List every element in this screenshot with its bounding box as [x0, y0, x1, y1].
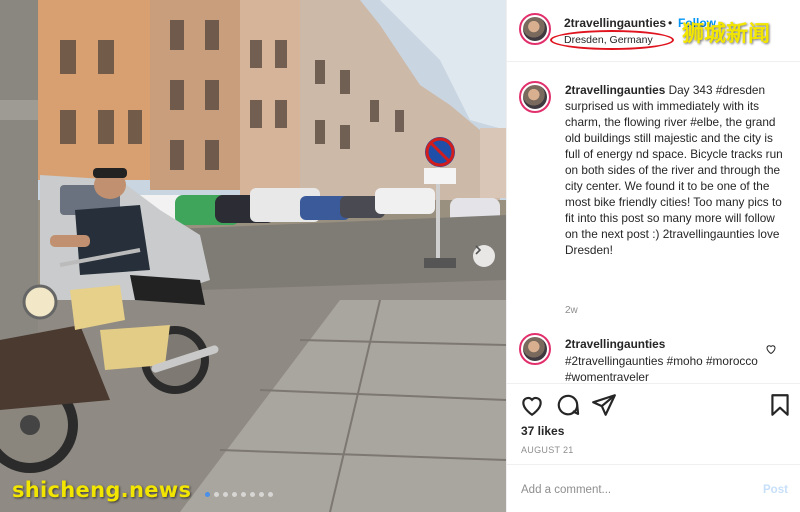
chevron-right-icon [475, 245, 482, 255]
heart-icon[interactable] [519, 392, 545, 418]
carousel-dots [205, 492, 273, 497]
likes-count[interactable]: 37 likes [521, 424, 564, 438]
post-date[interactable]: AUGUST 21 [521, 445, 574, 455]
heart-icon[interactable] [765, 343, 777, 355]
carousel-dot[interactable] [268, 492, 273, 497]
location-highlight-circle [550, 30, 674, 50]
add-comment-input[interactable]: Add a comment... [521, 484, 611, 496]
action-bar: 37 likes AUGUST 21 [507, 383, 800, 463]
carousel-dot[interactable] [232, 492, 237, 497]
street-scene-image [0, 0, 506, 512]
caption-timestamp[interactable]: 2w [565, 305, 578, 316]
post-photo[interactable]: shicheng.news [0, 0, 506, 512]
post-comment-button[interactable]: Post [763, 484, 788, 496]
comment-username[interactable]: 2travellingaunties [565, 337, 665, 351]
avatar[interactable] [519, 333, 551, 365]
next-slide-button[interactable] [473, 245, 495, 267]
comment-text: #2travellingaunties #moho #morocco #wome… [565, 354, 758, 383]
avatar[interactable] [519, 81, 551, 113]
add-comment-bar: Add a comment... Post [507, 464, 800, 512]
caption-body: Day 343 #dresden surprised us with immed… [565, 83, 783, 257]
carousel-dot[interactable] [250, 492, 255, 497]
carousel-dot[interactable] [259, 492, 264, 497]
header-username[interactable]: 2travellingaunties [564, 16, 666, 30]
share-icon[interactable] [591, 392, 617, 418]
watermark-logo: 狮城新闻 [682, 22, 771, 47]
caption-text: 2travellingaunties Day 343 #dresden surp… [565, 82, 791, 258]
post-header: 2travellingaunties • Follow Dresden, Ger… [507, 0, 800, 62]
comments-section: 2travellingaunties Day 343 #dresden surp… [507, 63, 800, 383]
comment-icon[interactable] [555, 392, 581, 418]
header-separator: • [668, 16, 673, 30]
carousel-dot[interactable] [214, 492, 219, 497]
carousel-dot[interactable] [205, 492, 210, 497]
avatar[interactable] [519, 13, 551, 45]
caption-username[interactable]: 2travellingaunties [565, 83, 665, 97]
post-sidebar: 2travellingaunties • Follow Dresden, Ger… [506, 0, 800, 512]
carousel-dot[interactable] [223, 492, 228, 497]
carousel-dot[interactable] [241, 492, 246, 497]
bookmark-icon[interactable] [767, 392, 793, 418]
watermark-text: shicheng.news [12, 478, 192, 502]
